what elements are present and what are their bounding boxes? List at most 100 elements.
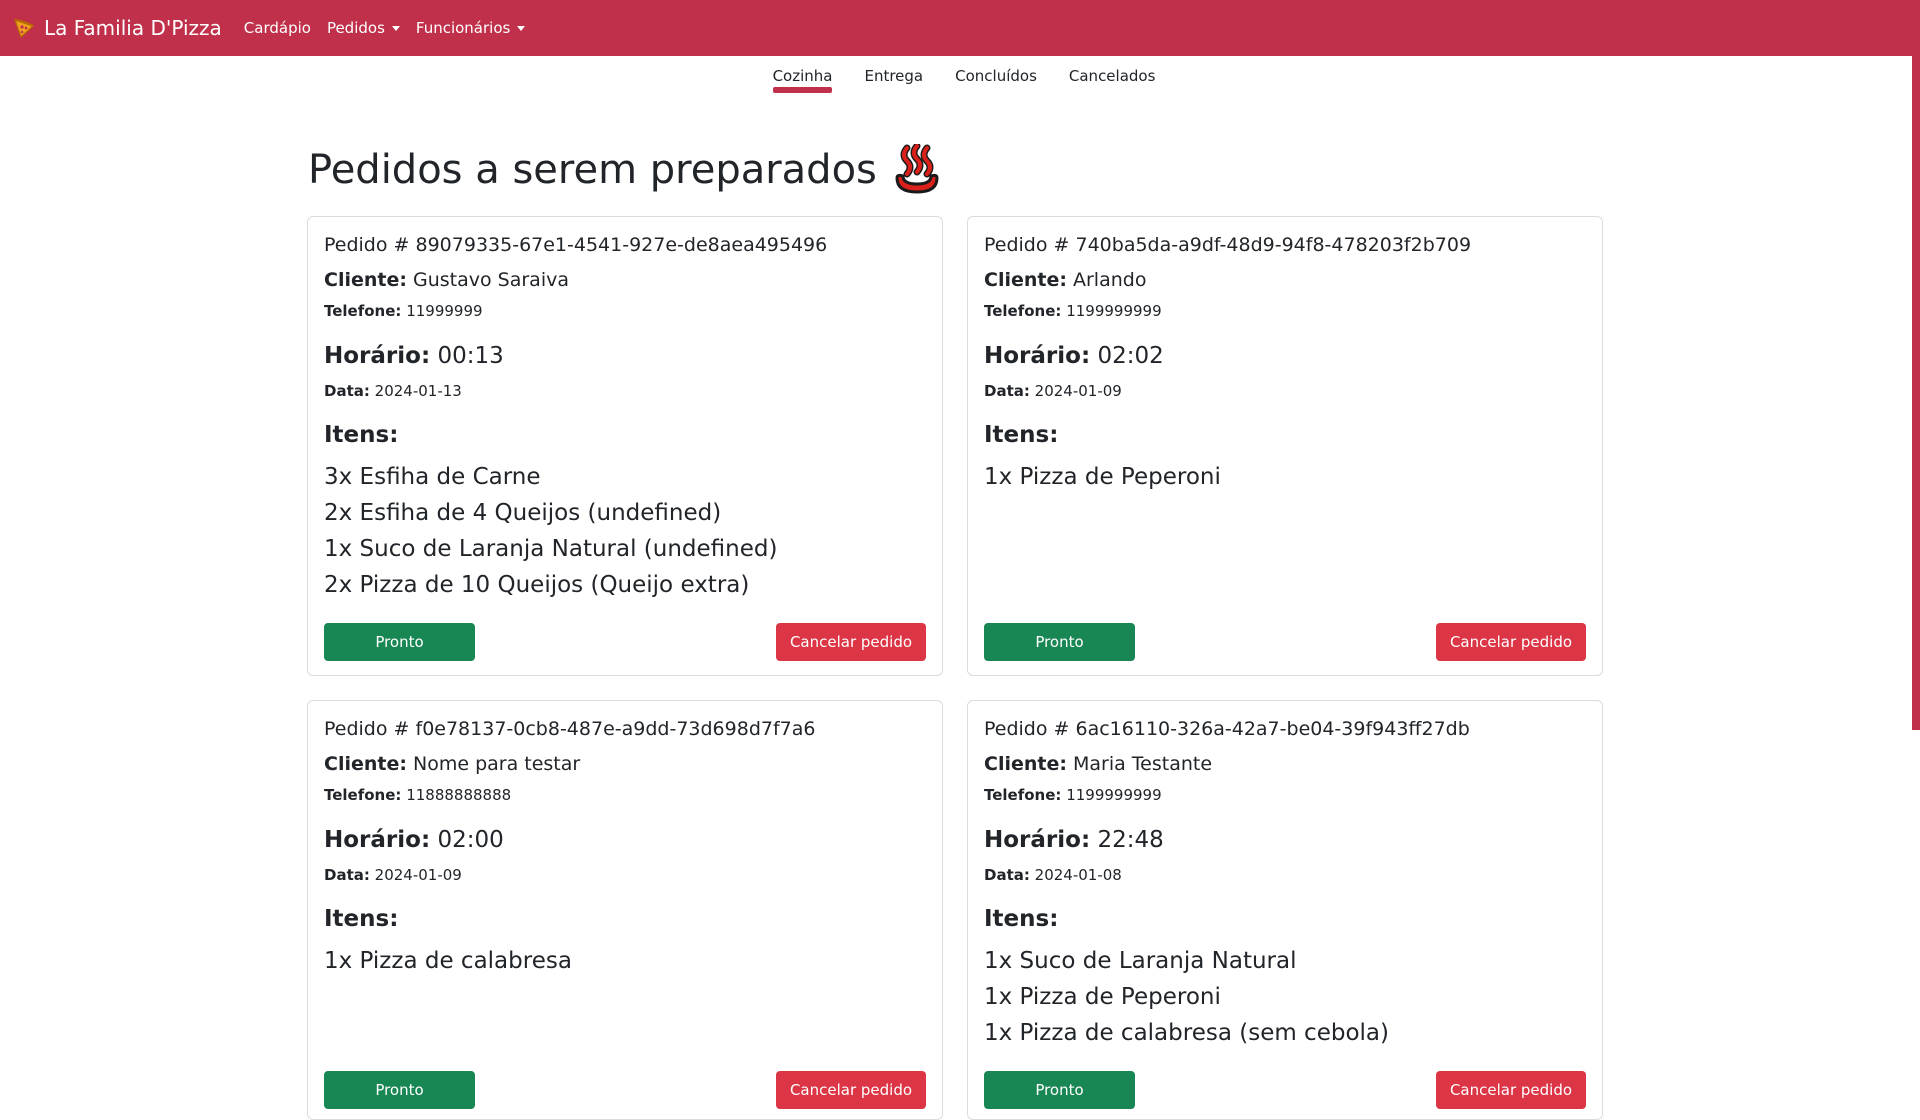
ready-button[interactable]: Pronto: [984, 1071, 1135, 1109]
order-prefix: Pedido #: [324, 718, 416, 740]
phone-value: 11999999: [406, 302, 483, 321]
caret-down-icon: [517, 25, 526, 31]
order-id-value: 6ac16110-326a-42a7-be04-39f943ff27db: [1075, 718, 1470, 740]
order-client: Cliente: Nome para testar: [324, 752, 926, 777]
cancel-order-button[interactable]: Cancelar pedido: [776, 623, 926, 661]
scrollbar-thumb[interactable]: [1912, 56, 1920, 730]
date-label: Data:: [324, 865, 370, 884]
order-card: Pedido # 6ac16110-326a-42a7-be04-39f943f…: [967, 700, 1603, 1120]
order-item: 1x Pizza de Peperoni: [984, 464, 1221, 491]
order-phone: Telefone: 1199999999: [984, 302, 1586, 322]
order-id: Pedido # 6ac16110-326a-42a7-be04-39f943f…: [984, 717, 1586, 742]
date-value: 2024-01-09: [1034, 381, 1122, 400]
client-label: Cliente:: [324, 752, 407, 775]
time-value: 02:02: [1097, 342, 1164, 369]
order-item: 1x Pizza de calabresa (sem cebola): [984, 1020, 1389, 1047]
order-time: Horário: 22:48: [984, 826, 1586, 856]
tab-cozinha[interactable]: Cozinha: [772, 67, 832, 93]
items-title: Itens:: [984, 906, 1059, 933]
order-id: Pedido # 89079335-67e1-4541-927e-de8aea4…: [324, 233, 926, 258]
client-value: Maria Testante: [1073, 752, 1213, 775]
client-label: Cliente:: [984, 268, 1067, 291]
time-value: 02:00: [437, 826, 504, 853]
date-value: 2024-01-08: [1034, 865, 1122, 884]
items-title: Itens:: [324, 422, 399, 449]
pizza-slice-icon: [12, 16, 36, 40]
phone-label: Telefone:: [984, 786, 1062, 805]
order-item: 3x Esfiha de Carne: [324, 464, 541, 491]
order-phone: Telefone: 11999999: [324, 302, 926, 322]
brand-link[interactable]: La Familia D'Pizza: [12, 16, 222, 40]
phone-value: 11888888888: [406, 786, 512, 805]
cancel-order-button[interactable]: Cancelar pedido: [1436, 623, 1586, 661]
client-label: Cliente:: [984, 752, 1067, 775]
order-prefix: Pedido #: [984, 234, 1076, 256]
phone-label: Telefone:: [324, 786, 402, 805]
order-actions: Pronto Cancelar pedido: [324, 1071, 926, 1109]
items-title: Itens:: [324, 906, 399, 933]
order-item: 1x Suco de Laranja Natural (undefined): [324, 536, 778, 563]
order-actions: Pronto Cancelar pedido: [324, 623, 926, 661]
ready-button[interactable]: Pronto: [324, 1071, 475, 1109]
order-client: Cliente: Gustavo Saraiva: [324, 268, 926, 293]
time-value: 22:48: [1097, 826, 1164, 853]
nav-dropdown-funcionarios[interactable]: Funcionários: [415, 19, 526, 37]
nav-link-label: Cardápio: [243, 19, 311, 37]
order-id: Pedido # f0e78137-0cb8-487e-a9dd-73d698d…: [324, 717, 926, 742]
cancel-order-button[interactable]: Cancelar pedido: [776, 1071, 926, 1109]
order-item: 1x Pizza de Peperoni: [984, 984, 1221, 1011]
phone-label: Telefone:: [324, 302, 402, 321]
date-label: Data:: [984, 865, 1030, 884]
order-item: 1x Pizza de calabresa: [324, 948, 572, 975]
page-title: Pedidos a serem preparados: [308, 142, 941, 196]
caret-down-icon: [391, 25, 400, 31]
page-title-text: Pedidos a serem preparados: [308, 147, 877, 193]
nav-link-label: Funcionários: [415, 19, 511, 37]
order-id-value: 740ba5da-a9df-48d9-94f8-478203f2b709: [1075, 234, 1472, 256]
order-id-value: 89079335-67e1-4541-927e-de8aea495496: [415, 234, 828, 256]
order-id: Pedido # 740ba5da-a9df-48d9-94f8-478203f…: [984, 233, 1586, 258]
order-time: Horário: 00:13: [324, 342, 926, 372]
time-label: Horário:: [984, 342, 1091, 369]
date-value: 2024-01-09: [374, 865, 462, 884]
hot-springs-steam-icon: [893, 142, 941, 196]
ready-button[interactable]: Pronto: [324, 623, 475, 661]
phone-value: 1199999999: [1066, 786, 1162, 805]
order-id-value: f0e78137-0cb8-487e-a9dd-73d698d7f7a6: [415, 718, 816, 740]
tab-entrega[interactable]: Entrega: [864, 67, 923, 87]
ready-button[interactable]: Pronto: [984, 623, 1135, 661]
order-time: Horário: 02:02: [984, 342, 1586, 372]
order-actions: Pronto Cancelar pedido: [984, 623, 1586, 661]
order-item: 2x Esfiha de 4 Queijos (undefined): [324, 500, 722, 527]
time-label: Horário:: [324, 826, 431, 853]
order-date: Data: 2024-01-08: [984, 866, 1586, 886]
tab-concluidos[interactable]: Concluídos: [955, 67, 1037, 87]
nav-link-cardapio[interactable]: Cardápio: [244, 19, 311, 37]
client-value: Gustavo Saraiva: [413, 268, 569, 291]
time-value: 00:13: [437, 342, 504, 369]
order-status-tabs: Cozinha Entrega Concluídos Cancelados: [0, 56, 1912, 96]
order-item: 2x Pizza de 10 Queijos (Queijo extra): [324, 572, 750, 599]
client-value: Nome para testar: [413, 752, 581, 775]
order-client: Cliente: Maria Testante: [984, 752, 1586, 777]
top-navbar: La Familia D'Pizza Cardápio Pedidos Func…: [0, 0, 1920, 56]
page-scrollbar[interactable]: [1912, 56, 1920, 1080]
time-label: Horário:: [324, 342, 431, 369]
order-prefix: Pedido #: [324, 234, 416, 256]
cancel-order-button[interactable]: Cancelar pedido: [1436, 1071, 1586, 1109]
tab-cancelados[interactable]: Cancelados: [1069, 67, 1156, 87]
client-value: Arlando: [1073, 268, 1147, 291]
order-date: Data: 2024-01-13: [324, 382, 926, 402]
order-client: Cliente: Arlando: [984, 268, 1586, 293]
date-value: 2024-01-13: [374, 381, 462, 400]
order-item: 1x Suco de Laranja Natural: [984, 948, 1297, 975]
client-label: Cliente:: [324, 268, 407, 291]
order-date: Data: 2024-01-09: [324, 866, 926, 886]
phone-label: Telefone:: [984, 302, 1062, 321]
date-label: Data:: [324, 381, 370, 400]
order-card: Pedido # f0e78137-0cb8-487e-a9dd-73d698d…: [307, 700, 943, 1120]
order-prefix: Pedido #: [984, 718, 1076, 740]
nav-dropdown-pedidos[interactable]: Pedidos: [327, 19, 400, 37]
order-time: Horário: 02:00: [324, 826, 926, 856]
order-phone: Telefone: 1199999999: [984, 786, 1586, 806]
